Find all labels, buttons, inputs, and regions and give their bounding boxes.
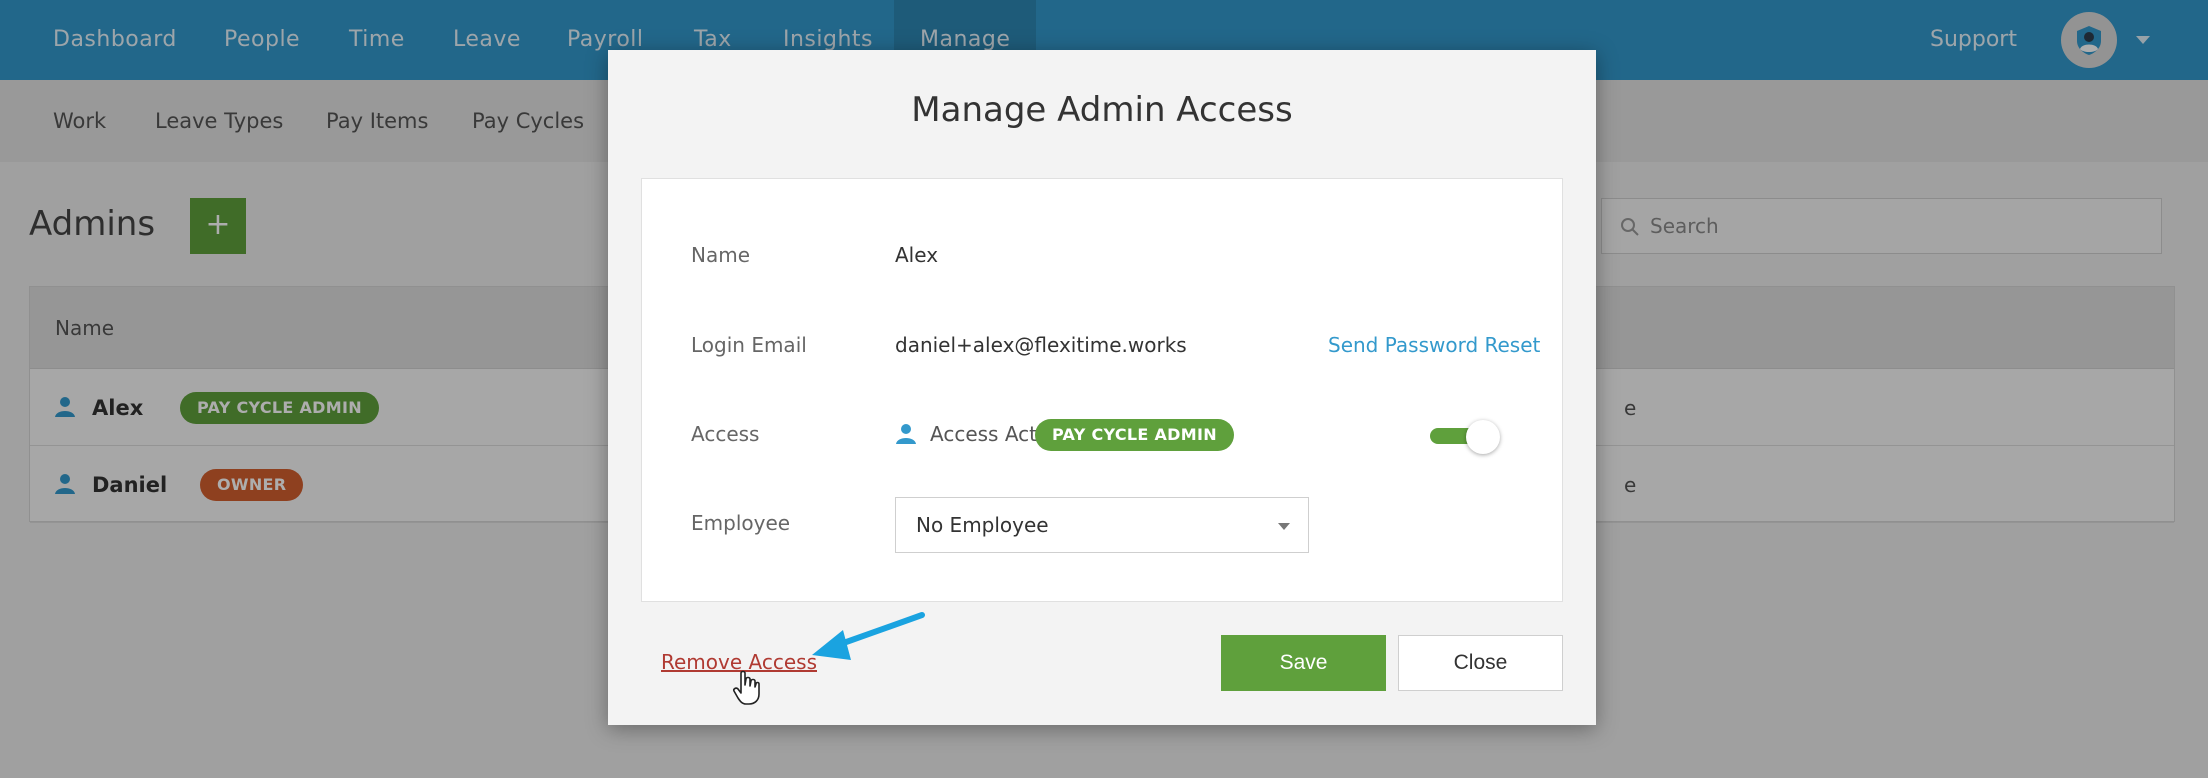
employee-select-value: No Employee (916, 513, 1049, 537)
login-email-label: Login Email (691, 333, 807, 357)
hand-cursor-icon (733, 670, 760, 705)
employee-select[interactable]: No Employee (895, 497, 1309, 553)
save-button[interactable]: Save (1221, 635, 1386, 691)
access-role-badge: PAY CYCLE ADMIN (1035, 419, 1234, 451)
name-value: Alex (895, 243, 939, 267)
access-toggle[interactable] (1430, 420, 1502, 454)
access-details-panel: Name Alex Login Email daniel+alex@flexit… (641, 178, 1563, 602)
toggle-knob (1466, 420, 1500, 454)
send-password-reset-link[interactable]: Send Password Reset (1328, 333, 1540, 357)
manage-admin-access-modal: Manage Admin Access Name Alex Login Emai… (608, 50, 1596, 725)
access-label: Access (691, 422, 760, 446)
close-button[interactable]: Close (1398, 635, 1563, 691)
chevron-down-icon (1278, 523, 1290, 530)
name-label: Name (691, 243, 751, 267)
modal-title: Manage Admin Access (911, 90, 1293, 130)
employee-label: Employee (691, 511, 791, 535)
login-email-value: daniel+alex@flexitime.works (895, 333, 1187, 357)
person-icon (896, 424, 916, 444)
